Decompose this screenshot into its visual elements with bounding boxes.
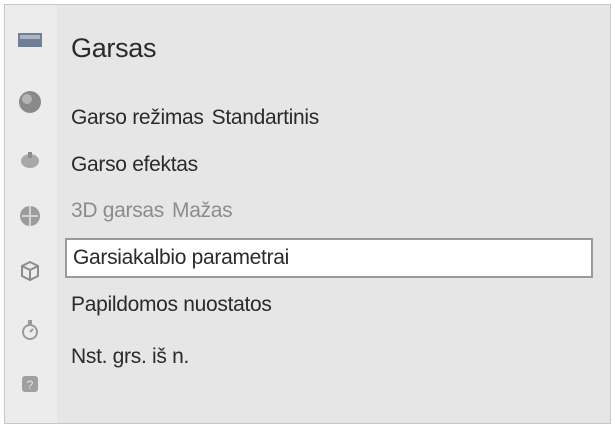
menu-item-label: Garsiakalbio parametrai — [73, 246, 290, 269]
menu-item-label: Garso režimas — [71, 106, 204, 129]
menu-item-additional-settings[interactable]: Papildomos nuostatos — [71, 286, 272, 324]
menu-item-label: Nst. grs. iš n. — [71, 345, 190, 368]
category-sidebar: ? — [5, 5, 57, 423]
menu-item-sound-mode[interactable]: Garso režimas Standartinis — [71, 99, 319, 137]
menu-item-label: Garso efektas — [71, 153, 198, 176]
menu-item-label: Papildomos nuostatos — [71, 293, 272, 316]
system-icon[interactable] — [17, 257, 43, 283]
menu-item-3d-audio: 3D garsas Mažas — [71, 192, 233, 230]
menu-item-reset-sound[interactable]: Nst. grs. iš n. — [71, 338, 189, 376]
menu-content: Garsas Garso režimas Standartinis Garso e… — [57, 5, 610, 423]
menu-item-speaker-settings[interactable]: Garsiakalbio parametrai — [65, 238, 593, 278]
menu-item-value: Mažas — [172, 199, 233, 222]
network-icon[interactable] — [17, 203, 43, 229]
sound-icon[interactable] — [17, 89, 43, 115]
menu-title: Garsas — [71, 33, 157, 63]
sound-menu: ? Garsas Garso režimas Standartinis Garso… — [4, 4, 611, 424]
menu-item-value: Standartinis — [211, 106, 320, 129]
support-icon[interactable] — [17, 317, 43, 343]
picture-icon[interactable] — [17, 27, 43, 53]
svg-text:?: ? — [27, 378, 34, 392]
broadcast-icon[interactable] — [17, 147, 43, 173]
menu-item-sound-effect[interactable]: Garso efektas — [71, 146, 198, 184]
help-icon[interactable]: ? — [17, 371, 43, 397]
menu-item-label: 3D garsas — [71, 199, 165, 222]
